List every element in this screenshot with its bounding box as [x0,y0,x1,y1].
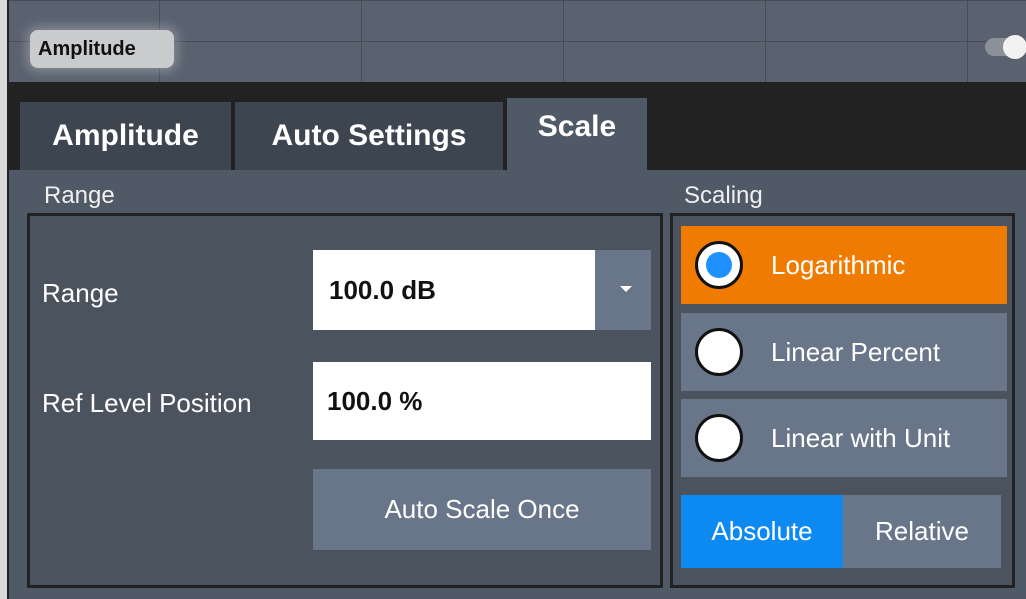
option-linear-with-unit-label: Linear with Unit [771,422,951,453]
tab-auto-settings[interactable]: Auto Settings [235,102,503,170]
option-linear-with-unit[interactable]: Linear with Unit [681,399,1007,477]
tab-bar: Amplitude Auto Settings Scale [9,84,1026,174]
radio-empty-icon [695,414,743,462]
relative-button[interactable]: Relative [843,495,1001,568]
option-linear-percent-label: Linear Percent [771,336,941,367]
ref-level-position-input[interactable]: 100.0 % [313,362,651,440]
ref-level-position-label: Ref Level Position [42,388,252,418]
range-dropdown[interactable]: 100.0 dB [313,250,651,330]
scaling-group-title: Scaling [684,182,763,209]
absolute-button[interactable]: Absolute [681,495,843,568]
option-linear-percent[interactable]: Linear Percent [681,313,1007,391]
range-value[interactable]: 100.0 dB [313,250,595,330]
toggle-switch-icon[interactable] [985,35,1026,59]
tab-scale[interactable]: Scale [507,98,647,174]
tab-amplitude[interactable]: Amplitude [20,102,231,170]
window-title[interactable]: Amplitude [30,30,174,68]
caret-down-icon[interactable] [620,286,632,292]
amplitude-dialog: Amplitude Amplitude Auto Settings Scale … [0,0,1026,599]
radio-dot [706,252,732,278]
radio-selected-icon [695,241,743,289]
absolute-relative-toggle: Absolute Relative [681,495,1001,568]
range-group-title: Range [44,182,115,209]
option-logarithmic-label: Logarithmic [771,249,906,280]
option-logarithmic[interactable]: Logarithmic [681,226,1007,304]
radio-empty-icon [695,328,743,376]
title-bar: Amplitude [9,0,1026,84]
range-label: Range [42,278,119,308]
auto-scale-once-button[interactable]: Auto Scale Once [313,469,651,550]
toggle-knob [1003,35,1026,59]
